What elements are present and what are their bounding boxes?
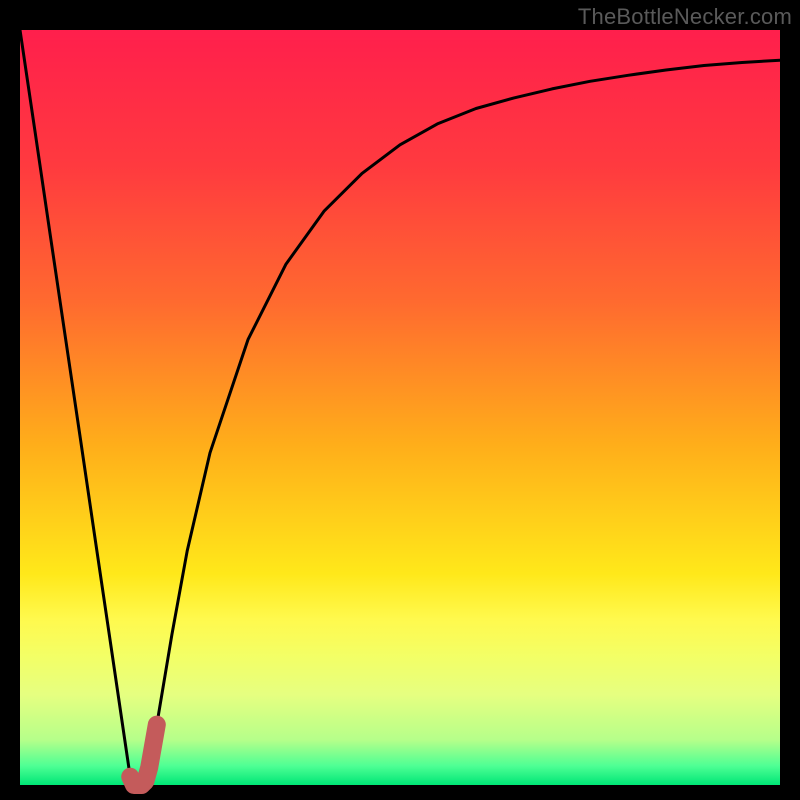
chart-svg (0, 0, 800, 800)
bottleneck-chart: TheBottleNecker.com (0, 0, 800, 800)
